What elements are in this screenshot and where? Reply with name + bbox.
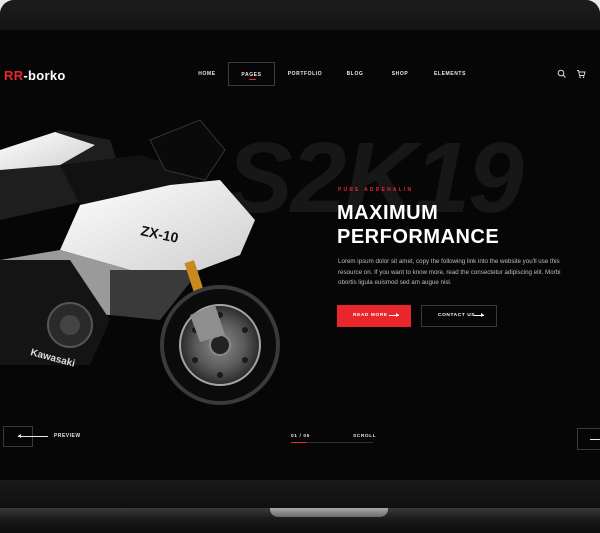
laptop-bezel-bottom: [0, 480, 600, 510]
arrow-right-icon: [474, 313, 484, 317]
scroll-label[interactable]: SCROLL: [353, 434, 376, 439]
read-more-label: READ MORE: [353, 313, 388, 318]
slide-progress-fill: [291, 442, 308, 443]
arrow-right-icon: [590, 439, 600, 440]
nav-item-pages[interactable]: PAGES: [228, 62, 275, 86]
nav-item-blog[interactable]: BLOG: [343, 62, 367, 86]
read-more-button[interactable]: READ MORE: [337, 305, 411, 327]
hero-headline-line1: MAXIMUM: [337, 202, 439, 224]
motorcycle-image: ZX-10 Kawasaki: [0, 119, 280, 405]
search-icon[interactable]: [557, 69, 567, 79]
laptop-bezel-top: [0, 0, 600, 30]
slide-progress-track: [291, 442, 373, 443]
arrow-left-icon: [18, 434, 48, 438]
nav-item-elements[interactable]: ELEMENTS: [430, 62, 470, 86]
hero-headline: MAXIMUM PERFORMANCE: [337, 201, 499, 249]
previous-label[interactable]: PREVIEW: [54, 433, 81, 439]
main-navigation: HOME PAGES PORTFOLIO BLOG SHOP ELEMENTS: [0, 62, 600, 86]
hero-eyebrow: PURE ADRENALIN: [338, 187, 414, 193]
hero-description: Lorem ipsum dolor sit amet, copy the fol…: [338, 258, 561, 286]
hero-headline-line2: PERFORMANCE: [337, 226, 500, 248]
arrow-right-icon: [389, 313, 399, 317]
screen: S2K19 ZX-10 Kawasaki RR-borko HOME PAGES…: [0, 30, 600, 480]
cart-icon[interactable]: [576, 69, 586, 79]
contact-us-button[interactable]: CONTACT US: [421, 305, 497, 327]
laptop-notch: [270, 508, 388, 517]
slide-counter: 01 / 05: [291, 434, 310, 439]
nav-item-shop[interactable]: SHOP: [388, 62, 412, 86]
nav-item-home[interactable]: HOME: [193, 62, 221, 86]
nav-item-portfolio[interactable]: PORTFOLIO: [283, 62, 327, 86]
contact-us-label: CONTACT US: [438, 313, 476, 318]
